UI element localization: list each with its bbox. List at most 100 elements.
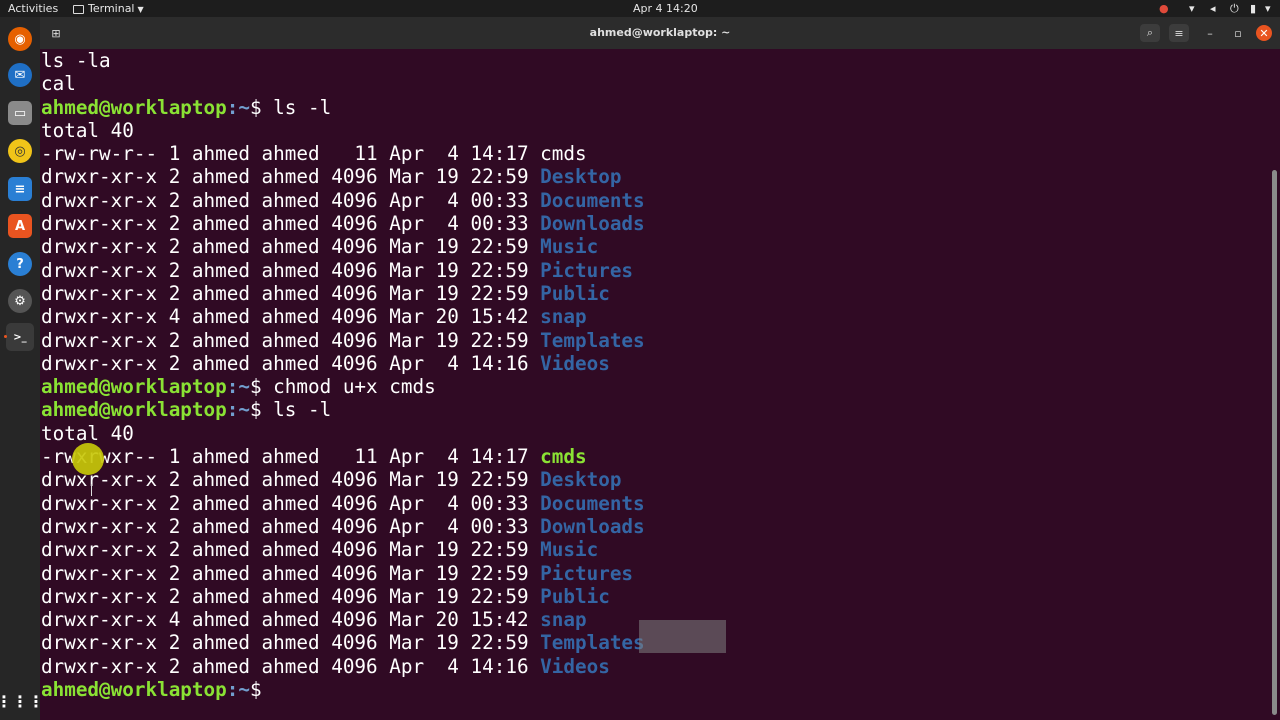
output-text: drwxr-xr-x 2 ahmed ahmed 4096 Mar 19 22:… [41, 165, 541, 189]
directory-name: Music [540, 235, 599, 259]
prompt-symbol: $ [249, 398, 262, 422]
writer-icon[interactable]: ≡ [8, 177, 32, 201]
output-text: cal [41, 72, 76, 96]
prompt-path: :~ [226, 398, 250, 422]
prompt-symbol: $ [249, 678, 262, 702]
terminal-line: total 40 [41, 422, 645, 445]
directory-name: Public [540, 281, 610, 305]
thunderbird-icon[interactable]: ✉ [8, 63, 32, 87]
terminal-app-icon [73, 4, 84, 14]
terminal-line: drwxr-xr-x 2 ahmed ahmed 4096 Mar 19 22:… [41, 165, 645, 188]
settings-icon[interactable]: ⚙ [8, 289, 32, 313]
output-text: drwxr-xr-x 2 ahmed ahmed 4096 Apr 4 00:3… [41, 188, 541, 212]
window-titlebar[interactable]: ⊞ ahmed@worklaptop: ~ ⌕ ≡ – ▫ ✕ [40, 17, 1280, 49]
scrollbar[interactable] [1272, 170, 1277, 715]
search-icon[interactable]: ⌕ [1140, 24, 1160, 42]
screen-record-icon[interactable]: ● [1159, 0, 1169, 17]
output-text: drwxr-xr-x 2 ahmed ahmed 4096 Mar 19 22:… [41, 538, 541, 562]
terminal-line: drwxr-xr-x 2 ahmed ahmed 4096 Mar 19 22:… [41, 329, 645, 352]
software-icon[interactable]: A [8, 214, 32, 238]
directory-name: Templates [540, 328, 645, 352]
terminal-line: drwxr-xr-x 2 ahmed ahmed 4096 Mar 19 22:… [41, 631, 645, 654]
files-icon[interactable]: ▭ [8, 101, 32, 125]
mouse-pointer-icon [91, 484, 96, 496]
terminal-line: drwxr-xr-x 2 ahmed ahmed 4096 Mar 19 22:… [41, 562, 645, 585]
directory-name: Pictures [540, 561, 634, 585]
wifi-icon[interactable]: ▾ [1189, 0, 1195, 17]
terminal-output: ls -la cal ahmed@worklaptop:~$ ls -l total … [41, 49, 645, 701]
file-name: cmds [540, 445, 587, 469]
terminal-line: drwxr-xr-x 2 ahmed ahmed 4096 Mar 19 22:… [41, 282, 645, 305]
directory-name: Pictures [540, 258, 634, 282]
apps-grid-icon[interactable]: ⋮⋮⋮ [0, 689, 44, 713]
terminal-line: drwxr-xr-x 2 ahmed ahmed 4096 Mar 19 22:… [41, 235, 645, 258]
terminal-line: cal [41, 72, 645, 95]
prompt-user-host: ahmed@worklaptop [41, 398, 227, 422]
menu-icon[interactable]: ≡ [1169, 24, 1189, 42]
terminal-line: drwxr-xr-x 2 ahmed ahmed 4096 Mar 19 22:… [41, 468, 645, 491]
command-text: chmod u+x cmds [261, 375, 436, 399]
help-icon[interactable]: ? [8, 252, 32, 276]
output-text: total 40 [41, 118, 134, 142]
directory-name: Downloads [540, 212, 645, 236]
close-icon[interactable]: ✕ [1256, 25, 1272, 41]
directory-name: Public [540, 584, 610, 608]
prompt-path: :~ [226, 678, 250, 702]
terminal-icon[interactable]: >_ [6, 323, 34, 351]
directory-name: Videos [540, 351, 610, 375]
minimize-icon[interactable]: – [1200, 24, 1220, 42]
output-text: drwxr-xr-x 2 ahmed ahmed 4096 Mar 19 22:… [41, 584, 541, 608]
terminal-line: drwxr-xr-x 2 ahmed ahmed 4096 Apr 4 00:3… [41, 189, 645, 212]
directory-name: Documents [540, 491, 645, 515]
app-menu[interactable]: Terminal ▼ [73, 0, 144, 18]
output-text: drwxr-xr-x 4 ahmed ahmed 4096 Mar 20 15:… [41, 305, 541, 329]
directory-name: snap [540, 305, 587, 329]
prompt-path: :~ [226, 375, 250, 399]
terminal-line: -rw-rw-r-- 1 ahmed ahmed 11 Apr 4 14:17 … [41, 142, 645, 165]
firefox-icon[interactable]: ◉ [8, 27, 32, 51]
window-title: ahmed@worklaptop: ~ [589, 26, 731, 39]
terminal-line: drwxr-xr-x 2 ahmed ahmed 4096 Apr 4 14:1… [41, 352, 645, 375]
terminal-line: ahmed@worklaptop:~$ [41, 678, 645, 701]
output-text: drwxr-xr-x 2 ahmed ahmed 4096 Apr 4 14:1… [41, 351, 541, 375]
prompt-user-host: ahmed@worklaptop [41, 95, 227, 119]
output-text: drwxr-xr-x 2 ahmed ahmed 4096 Mar 19 22:… [41, 258, 541, 282]
terminal-line: ls -la [41, 49, 645, 72]
volume-icon[interactable]: ◂ [1210, 0, 1216, 17]
terminal-line: ahmed@worklaptop:~$ chmod u+x cmds [41, 375, 645, 398]
terminal-line: -rwxrwxr-- 1 ahmed ahmed 11 Apr 4 14:17 … [41, 445, 645, 468]
activities-button[interactable]: Activities [8, 0, 58, 17]
output-text: drwxr-xr-x 2 ahmed ahmed 4096 Mar 19 22:… [41, 281, 541, 305]
battery-icon[interactable]: ▮ [1250, 0, 1256, 17]
terminal-line: drwxr-xr-x 4 ahmed ahmed 4096 Mar 20 15:… [41, 608, 645, 631]
output-text: -rwxrwxr-- 1 ahmed ahmed 11 Apr 4 14:17 [41, 445, 541, 469]
terminal-line: drwxr-xr-x 2 ahmed ahmed 4096 Apr 4 00:3… [41, 515, 645, 538]
terminal-glyph-icon: >_ [13, 331, 27, 343]
output-text: drwxr-xr-x 4 ahmed ahmed 4096 Mar 20 15:… [41, 608, 541, 632]
clock[interactable]: Apr 4 14:20 [633, 0, 698, 17]
terminal-line: drwxr-xr-x 2 ahmed ahmed 4096 Mar 19 22:… [41, 585, 645, 608]
output-text: total 40 [41, 421, 134, 445]
directory-name: Desktop [540, 165, 622, 189]
output-text: drwxr-xr-x 2 ahmed ahmed 4096 Apr 4 00:3… [41, 212, 541, 236]
terminal-line: drwxr-xr-x 2 ahmed ahmed 4096 Apr 4 00:3… [41, 212, 645, 235]
prompt-symbol: $ [249, 95, 262, 119]
rhythmbox-icon[interactable]: ◎ [8, 139, 32, 163]
output-text: ls -la [41, 49, 111, 72]
directory-name: Desktop [540, 468, 622, 492]
power-icon[interactable]: ⏻ [1230, 0, 1239, 17]
terminal-line: drwxr-xr-x 4 ahmed ahmed 4096 Mar 20 15:… [41, 305, 645, 328]
prompt-symbol: $ [249, 375, 262, 399]
output-text: drwxr-xr-x 2 ahmed ahmed 4096 Mar 19 22:… [41, 468, 541, 492]
directory-name: snap [540, 608, 587, 632]
output-text: -rw-rw-r-- 1 ahmed ahmed 11 Apr 4 14:17 [41, 142, 541, 166]
output-text: drwxr-xr-x 2 ahmed ahmed 4096 Mar 19 22:… [41, 328, 541, 352]
prompt-user-host: ahmed@worklaptop [41, 678, 227, 702]
prompt-path: :~ [226, 95, 250, 119]
chevron-down-icon: ▼ [137, 5, 144, 14]
terminal-line: ahmed@worklaptop:~$ ls -l [41, 398, 645, 421]
cursor-highlight [72, 443, 104, 475]
system-menu-chevron-icon[interactable]: ▾ [1265, 0, 1271, 17]
maximize-icon[interactable]: ▫ [1228, 24, 1248, 42]
file-name: cmds [540, 142, 587, 166]
